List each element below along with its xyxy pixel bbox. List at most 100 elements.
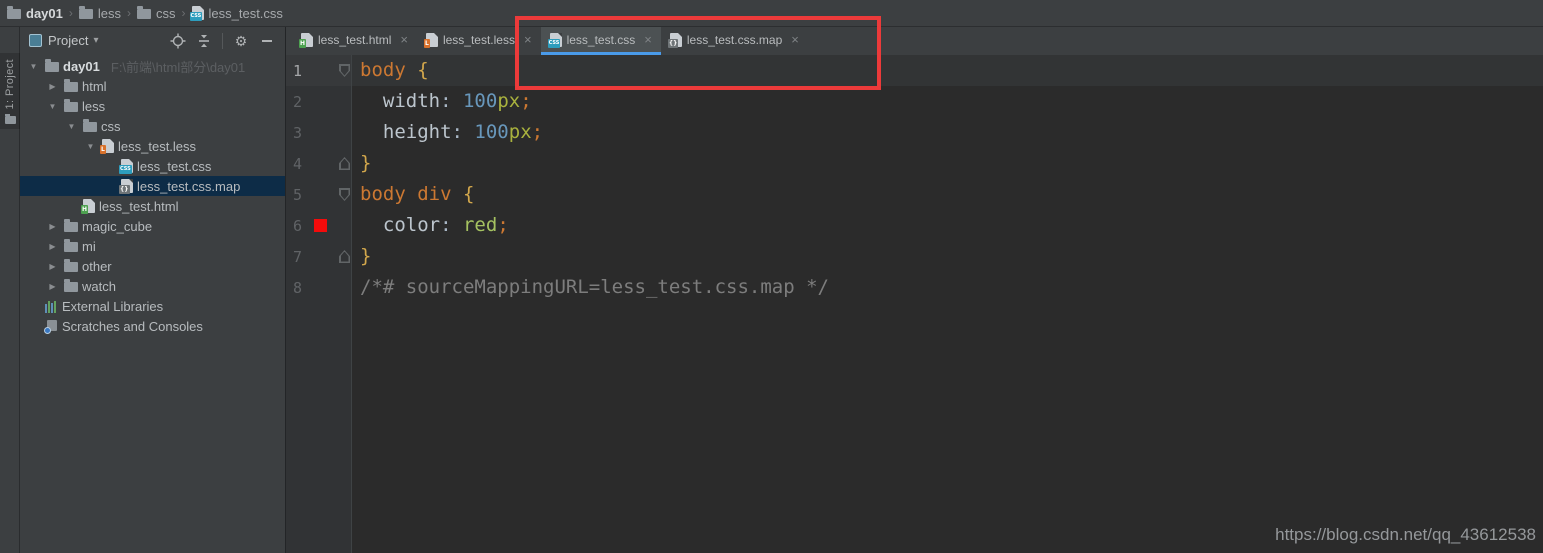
tab-less-test-css-map[interactable]: {}less_test.css.map× [661,27,808,55]
expand-arrow-icon[interactable]: ▶ [45,282,60,291]
tree-item-css[interactable]: ▼css [20,116,285,136]
css-file-icon: CSS [121,159,133,173]
breadcrumb-item[interactable]: day01 [7,6,63,21]
tree-item-other[interactable]: ▶ other [20,256,285,276]
code-line-8[interactable]: /*# sourceMappingURL=less_test.css.map *… [352,272,1543,303]
code-token [406,59,417,81]
code-token: 100 [474,121,508,143]
settings-gear-icon[interactable]: ⚙ [233,33,249,49]
gutter-line-5[interactable]: 5 [286,179,351,210]
code-token: px [509,121,532,143]
expand-arrow-icon[interactable]: ▶ [45,82,60,91]
gutter-line-4[interactable]: 4 [286,148,351,179]
tree-item-mi[interactable]: ▶ mi [20,236,285,256]
folder-icon [7,9,21,19]
code-line-2[interactable]: width: 100px; [352,86,1543,117]
css-file-icon: CSS [550,33,562,47]
css-file-icon: CSS [192,6,204,20]
code-line-6[interactable]: color: red; [352,210,1543,241]
expand-arrow-icon[interactable]: ▼ [45,102,60,111]
gutter-line-8[interactable]: 8 [286,272,351,303]
tree-item-label: other [82,259,112,274]
tree-item-less-test-css[interactable]: CSSless_test.css [20,156,285,176]
tree-item-scratches-and-consoles[interactable]: Scratches and Consoles [20,316,285,336]
expand-arrow-icon[interactable]: ▶ [45,222,60,231]
locate-icon[interactable] [170,33,186,49]
code-line-4[interactable]: } [352,148,1543,179]
project-panel-title[interactable]: Project [48,33,88,48]
tree-item-html[interactable]: ▶html [20,76,285,96]
breadcrumb-item[interactable]: CSSless_test.css [192,6,283,21]
tree-item-label: mi [82,239,96,254]
breadcrumb-item[interactable]: css [137,6,176,21]
code-token [360,121,383,143]
tab-less-test-less[interactable]: Lless_test.less× [417,27,541,55]
fold-marker-icon[interactable] [339,157,350,170]
gutter-line-3[interactable]: 3 [286,117,351,148]
tab-close-icon[interactable]: × [644,32,652,47]
editor-area: Hless_test.html×Lless_test.less×CSSless_… [286,27,1543,553]
tab-label: less_test.css.map [687,33,782,47]
chevron-down-icon[interactable]: ▾ [93,35,98,46]
code-line-1[interactable]: body { [352,55,1543,86]
fold-marker-icon[interactable] [339,64,350,77]
folder-icon [64,82,78,92]
tree-item-watch[interactable]: ▶watch [20,276,285,296]
code-token: } [360,152,371,174]
tab-close-icon[interactable]: × [524,32,532,47]
tree-item-less-test-less[interactable]: ▼Lless_test.less [20,136,285,156]
collapse-all-icon[interactable] [196,33,212,49]
code-token: ; [532,121,543,143]
html-file-icon: H [301,33,313,47]
expand-arrow-icon[interactable]: ▼ [26,62,41,71]
expand-arrow-icon[interactable]: ▼ [83,142,98,151]
gutter-line-6[interactable]: 6 [286,210,351,241]
expand-arrow-icon[interactable]: ▶ [45,262,60,271]
tree-item-less-test-css-map[interactable]: {}less_test.css.map [20,176,285,196]
expand-arrow-icon[interactable]: ▼ [64,122,79,131]
line-number: 6 [293,217,304,235]
color-swatch[interactable] [314,219,327,232]
gutter-line-7[interactable]: 7 [286,241,351,272]
tab-close-icon[interactable]: × [400,32,408,47]
project-tool-window-button[interactable]: 1: Project [0,53,20,129]
breadcrumb-item[interactable]: less [79,6,121,21]
code-line-3[interactable]: height: 100px; [352,117,1543,148]
tab-less-test-html[interactable]: Hless_test.html× [292,27,417,55]
code-token [360,90,383,112]
breadcrumb-label: day01 [26,6,63,21]
folder-icon [64,222,78,232]
tab-close-icon[interactable]: × [791,32,799,47]
code-token: red [463,214,497,236]
tree-item-day01[interactable]: ▼day01F:\前端\html部分\day01 [20,56,285,76]
tree-item-external-libraries[interactable]: External Libraries [20,296,285,316]
expand-arrow-icon[interactable]: ▶ [45,242,60,251]
editor-gutter[interactable]: 1234 5 6 7 8 [286,55,352,553]
project-panel: Project ▾ ⚙ ▼day01F:\前端\html部分\day01▶htm… [20,27,286,553]
folder-icon [137,9,151,19]
tree-item-path: F:\前端\html部分\day01 [111,57,245,76]
code-token: : [440,90,463,112]
tab-less-test-css[interactable]: CSSless_test.css× [541,27,661,55]
code-line-7[interactable]: } [352,241,1543,272]
breadcrumb-separator: › [69,6,73,20]
line-number: 8 [293,279,304,297]
folder-icon [64,102,78,112]
fold-marker-icon[interactable] [339,188,350,201]
tree-item-less-test-html[interactable]: Hless_test.html [20,196,285,216]
code-line-5[interactable]: body div { [352,179,1543,210]
gutter-line-1[interactable]: 1 [286,55,351,86]
editor-tab-bar: Hless_test.html×Lless_test.less×CSSless_… [286,27,1543,55]
folder-icon [64,242,78,252]
code-token: { [417,59,428,81]
code-token: color [383,214,440,236]
tree-item-magic-cube[interactable]: ▶magic_cube [20,216,285,236]
line-number: 5 [293,186,304,204]
tree-item-less[interactable]: ▼less [20,96,285,116]
tree-item-label: less_test.css.map [137,179,240,194]
hide-panel-icon[interactable] [259,33,275,49]
code-area[interactable]: body { width: 100px; height: 100px;} body… [352,55,1543,553]
external-libraries-icon [45,300,58,313]
gutter-line-2[interactable]: 2 [286,86,351,117]
fold-marker-icon[interactable] [339,250,350,263]
